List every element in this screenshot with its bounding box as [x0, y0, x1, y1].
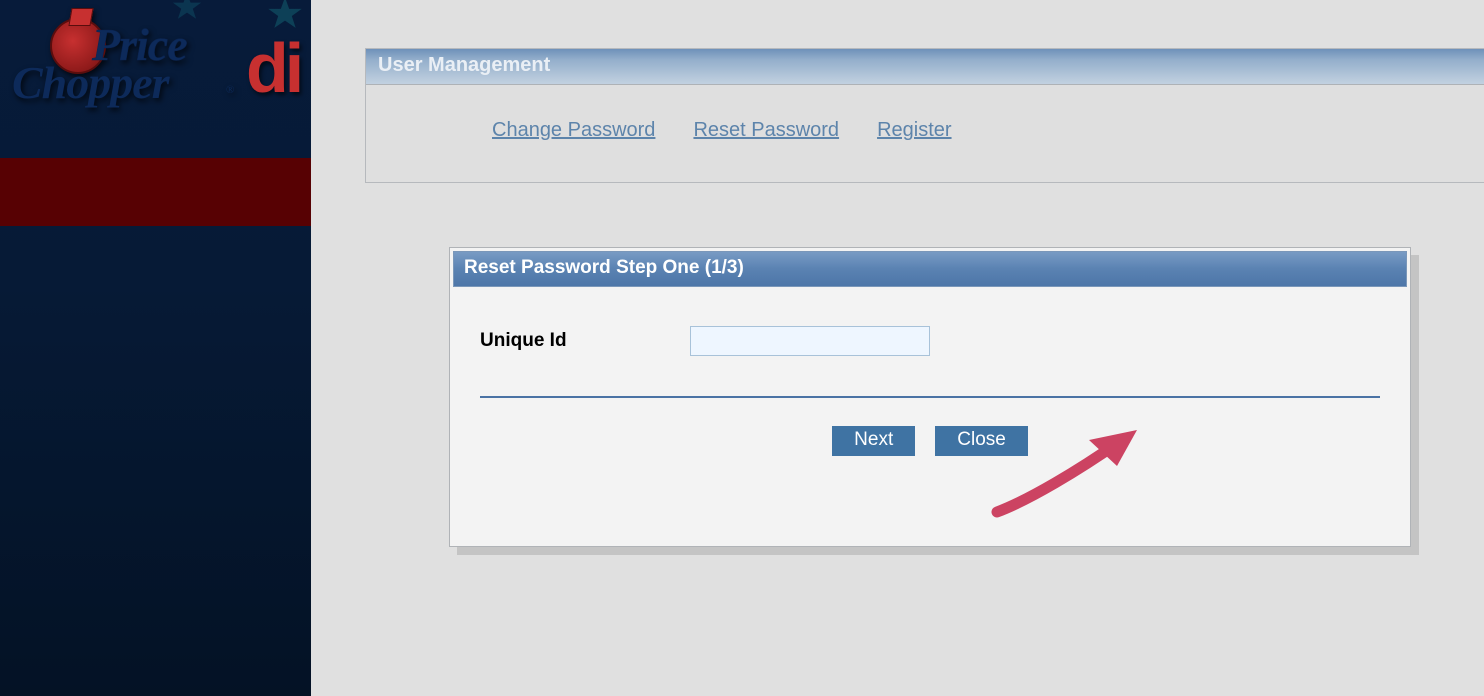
- brand-logo-text-2: Chopper: [12, 56, 169, 109]
- unique-id-row: Unique Id: [480, 326, 1380, 356]
- unique-id-label: Unique Id: [480, 330, 660, 352]
- unique-id-input[interactable]: [690, 326, 930, 356]
- link-register[interactable]: Register: [877, 119, 951, 142]
- user-management-title: User Management: [366, 49, 1484, 85]
- reset-password-dialog: Reset Password Step One (1/3) Unique Id …: [449, 247, 1411, 547]
- link-reset-password[interactable]: Reset Password: [693, 119, 839, 142]
- dialog-title: Reset Password Step One (1/3): [453, 251, 1407, 287]
- brand-logo: Price Chopper ®: [18, 4, 238, 114]
- sidebar-red-band: [0, 158, 311, 226]
- next-button[interactable]: Next: [832, 426, 915, 456]
- sidebar: Price Chopper ® di: [0, 0, 311, 696]
- main-content: User Management Change Password Reset Pa…: [311, 0, 1484, 696]
- brand-secondary-text: di: [246, 28, 300, 108]
- close-button[interactable]: Close: [935, 426, 1028, 456]
- dialog-divider: [480, 396, 1380, 398]
- user-management-links: Change Password Reset Password Register: [366, 85, 1484, 182]
- user-management-panel: User Management Change Password Reset Pa…: [365, 48, 1484, 183]
- link-change-password[interactable]: Change Password: [492, 119, 655, 142]
- registered-mark: ®: [226, 84, 234, 96]
- dialog-button-row: Next Close: [480, 426, 1380, 456]
- sidebar-logo-area: Price Chopper ® di: [0, 0, 311, 158]
- dialog-body: Unique Id Next Close: [450, 290, 1410, 546]
